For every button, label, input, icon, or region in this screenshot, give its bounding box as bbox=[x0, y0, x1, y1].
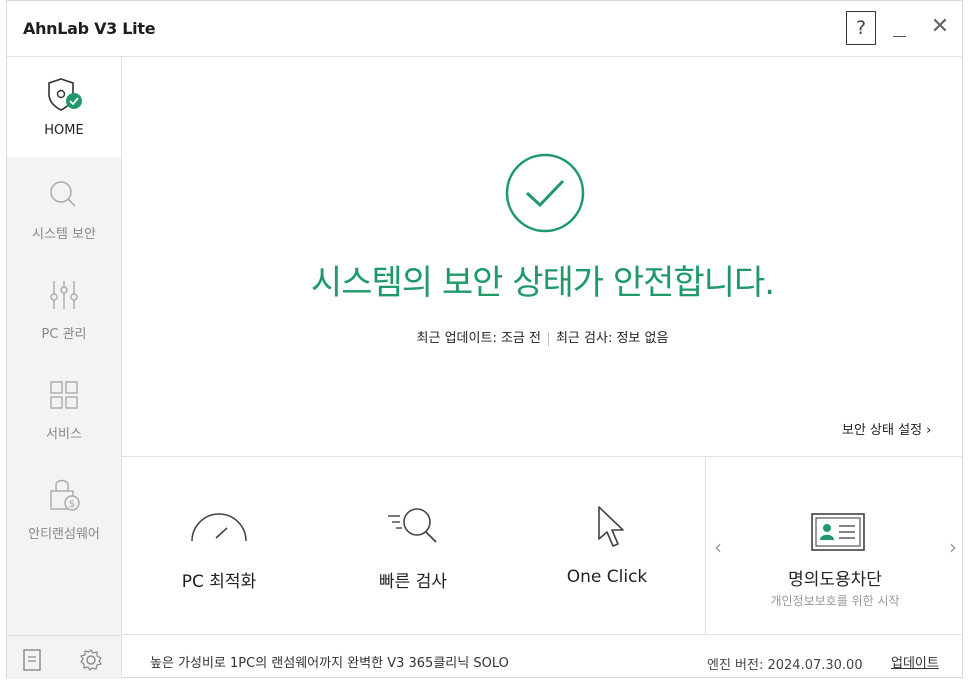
last-scan-text: 최근 검사: 정보 없음 bbox=[555, 331, 669, 346]
promo-next-arrow[interactable]: › bbox=[949, 535, 957, 559]
status-headline: 시스템의 보안 상태가 안전합니다. bbox=[310, 263, 775, 303]
gear-icon[interactable] bbox=[79, 648, 103, 672]
tile-label: PC 최적화 bbox=[181, 572, 257, 592]
sidebar-item-label: 안티랜섬웨어 bbox=[28, 527, 100, 542]
security-settings-link[interactable]: 보안 상태 설정 › bbox=[842, 419, 931, 438]
sidebar-item-label: 시스템 보안 bbox=[32, 227, 96, 242]
sidebar-item-label: 서비스 bbox=[46, 427, 82, 442]
status-info: 최근 업데이트: 조금 전 최근 검사: 정보 없음 bbox=[122, 327, 963, 346]
minimize-button[interactable] bbox=[887, 13, 911, 43]
promo-prev-arrow[interactable]: ‹ bbox=[714, 535, 722, 559]
sliders-icon bbox=[50, 281, 78, 309]
help-button[interactable]: ? bbox=[846, 11, 876, 45]
sidebar-item-anti-ransomware[interactable]: $ 안티랜섬웨어 bbox=[7, 457, 121, 557]
sidebar-item-services[interactable]: 서비스 bbox=[7, 357, 121, 457]
divider bbox=[547, 331, 549, 346]
sidebar-item-label: PC 관리 bbox=[41, 327, 87, 342]
shield-check-icon bbox=[48, 78, 82, 111]
gauge-icon bbox=[191, 513, 247, 542]
tile-label: One Click bbox=[566, 567, 648, 587]
app-window: AhnLab V3 Lite ? ✕ HOME 시스템 보안 PC 관리 서비스… bbox=[6, 0, 963, 679]
document-icon[interactable] bbox=[22, 649, 42, 671]
title-bar: AhnLab V3 Lite ? ✕ bbox=[7, 1, 962, 57]
safe-check-icon bbox=[505, 153, 585, 233]
feature-tiles: PC 최적화 빠른 검사 One Click ‹ 명의도용차단 개인정보보호를 … bbox=[122, 456, 963, 635]
tile-pc-optimize[interactable]: PC 최적화 bbox=[122, 457, 316, 635]
sidebar-bottom-bar bbox=[7, 635, 121, 680]
footer-promo-link[interactable]: 높은 가성비로 1PC의 랜섬웨어까지 완벽한 V3 365클리닉 SOLO bbox=[150, 652, 509, 671]
close-button[interactable]: ✕ bbox=[925, 13, 955, 43]
tile-one-click[interactable]: One Click bbox=[510, 457, 704, 635]
quick-scan-icon bbox=[388, 508, 437, 543]
promo-subtitle: 개인정보보호를 위한 시작 bbox=[770, 594, 900, 608]
sidebar: HOME 시스템 보안 PC 관리 서비스 $ 안티랜섬웨어 bbox=[7, 57, 122, 679]
svg-text:$: $ bbox=[69, 499, 75, 510]
status-panel: 시스템의 보안 상태가 안전합니다. 최근 업데이트: 조금 전 최근 검사: 정… bbox=[122, 57, 963, 456]
search-icon bbox=[50, 181, 76, 207]
sidebar-item-home[interactable]: HOME bbox=[7, 57, 121, 157]
cursor-icon bbox=[598, 506, 624, 547]
update-link[interactable]: 업데이트 bbox=[891, 652, 939, 671]
engine-version-text: 엔진 버전: 2024.07.30.00 bbox=[707, 658, 863, 673]
id-card-icon bbox=[811, 513, 865, 551]
footer-bar: 높은 가성비로 1PC의 랜섬웨어까지 완벽한 V3 365클리닉 SOLO 엔… bbox=[122, 634, 963, 679]
tile-quick-scan[interactable]: 빠른 검사 bbox=[316, 457, 510, 635]
sidebar-item-system-security[interactable]: 시스템 보안 bbox=[7, 157, 121, 257]
sidebar-item-label: HOME bbox=[44, 123, 84, 138]
grid-icon bbox=[50, 381, 78, 409]
tile-label: 빠른 검사 bbox=[379, 572, 447, 592]
lock-dollar-icon: $ bbox=[50, 479, 80, 511]
promo-title: 명의도용차단 bbox=[788, 570, 882, 590]
app-title: AhnLab V3 Lite bbox=[23, 19, 156, 38]
last-update-text: 최근 업데이트: 조금 전 bbox=[416, 331, 541, 346]
promo-banner[interactable]: ‹ 명의도용차단 개인정보보호를 위한 시작 › bbox=[705, 457, 964, 635]
sidebar-item-pc-management[interactable]: PC 관리 bbox=[7, 257, 121, 357]
